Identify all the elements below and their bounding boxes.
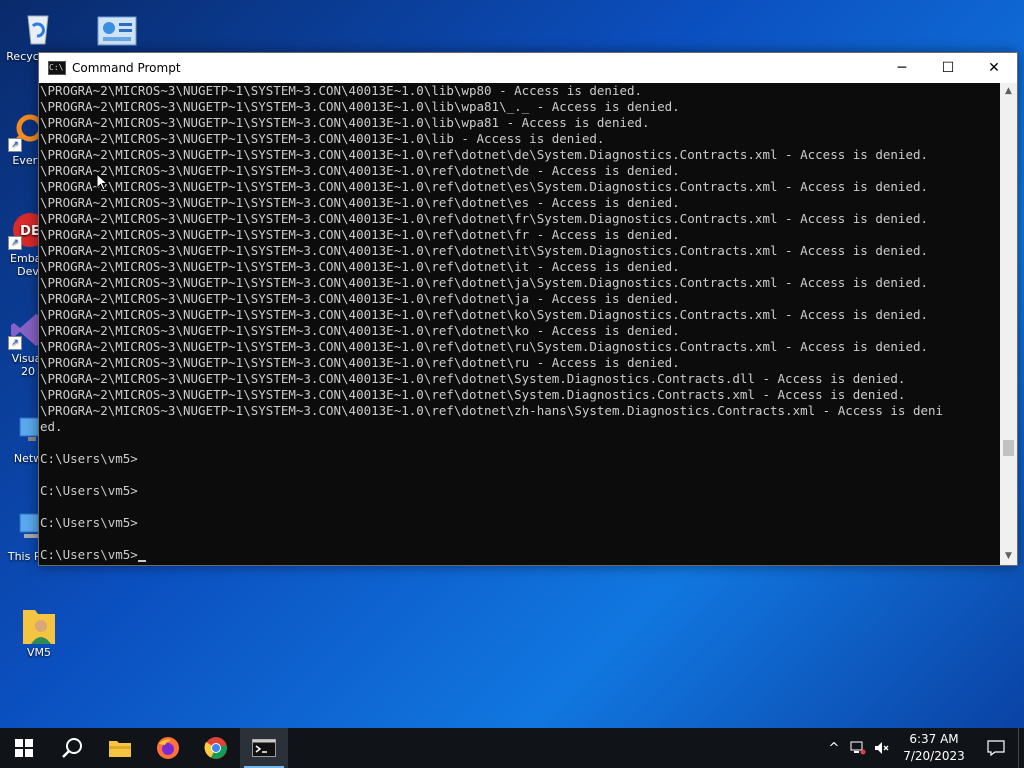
window-title: Command Prompt	[72, 61, 181, 75]
minimize-button[interactable]: ─	[879, 53, 925, 83]
maximize-button[interactable]: ☐	[925, 53, 971, 83]
console-line: ed.	[40, 419, 63, 434]
console-line: \PROGRA~2\MICROS~3\NUGETP~1\SYSTEM~3.CON…	[40, 291, 680, 306]
user-folder-icon	[19, 604, 59, 644]
command-prompt-icon: C:\	[48, 61, 66, 75]
console-line: \PROGRA~2\MICROS~3\NUGETP~1\SYSTEM~3.CON…	[40, 339, 929, 354]
console-line: \PROGRA~2\MICROS~3\NUGETP~1\SYSTEM~3.CON…	[40, 147, 929, 162]
search-button[interactable]	[48, 728, 96, 768]
scroll-down-arrow-icon[interactable]: ▼	[1000, 548, 1017, 565]
window-titlebar[interactable]: C:\ Command Prompt ─ ☐ ✕	[39, 53, 1017, 83]
taskbar: ^ 6:37 AM 7/20/2023	[0, 728, 1024, 768]
scrollbar-thumb[interactable]	[1003, 440, 1014, 456]
clock-date: 7/20/2023	[903, 749, 965, 763]
vertical-scrollbar[interactable]: ▲ ▼	[1000, 83, 1017, 565]
console-line: \PROGRA~2\MICROS~3\NUGETP~1\SYSTEM~3.CON…	[40, 387, 906, 402]
console-line: \PROGRA~2\MICROS~3\NUGETP~1\SYSTEM~3.CON…	[40, 83, 643, 98]
network-status-icon[interactable]	[846, 728, 870, 768]
console-line: \PROGRA~2\MICROS~3\NUGETP~1\SYSTEM~3.CON…	[40, 115, 650, 130]
firefox-icon	[157, 737, 179, 759]
shortcut-arrow-icon: ↗	[8, 138, 22, 152]
command-prompt-icon	[252, 739, 276, 757]
notifications-icon	[987, 740, 1005, 756]
start-button[interactable]	[0, 728, 48, 768]
console-line: \PROGRA~2\MICROS~3\NUGETP~1\SYSTEM~3.CON…	[40, 371, 906, 386]
console-line: \PROGRA~2\MICROS~3\NUGETP~1\SYSTEM~3.CON…	[40, 275, 929, 290]
taskbar-clock[interactable]: 6:37 AM 7/20/2023	[894, 731, 974, 765]
taskbar-command-prompt[interactable]	[240, 728, 288, 768]
console-line: C:\Users\vm5>	[40, 547, 1000, 563]
clock-time: 6:37 AM	[909, 732, 959, 746]
console-output[interactable]: \PROGRA~2\MICROS~3\NUGETP~1\SYSTEM~3.CON…	[39, 83, 1000, 565]
console-line: \PROGRA~2\MICROS~3\NUGETP~1\SYSTEM~3.CON…	[40, 163, 680, 178]
console-line: \PROGRA~2\MICROS~3\NUGETP~1\SYSTEM~3.CON…	[40, 243, 929, 258]
console-line: \PROGRA~2\MICROS~3\NUGETP~1\SYSTEM~3.CON…	[40, 307, 929, 322]
console-line: \PROGRA~2\MICROS~3\NUGETP~1\SYSTEM~3.CON…	[40, 355, 680, 370]
console-line: \PROGRA~2\MICROS~3\NUGETP~1\SYSTEM~3.CON…	[40, 403, 944, 418]
console-line: \PROGRA~2\MICROS~3\NUGETP~1\SYSTEM~3.CON…	[40, 259, 680, 274]
control-panel-icon	[97, 14, 137, 54]
console-line: \PROGRA~2\MICROS~3\NUGETP~1\SYSTEM~3.CON…	[40, 179, 929, 194]
shortcut-arrow-icon: ↗	[8, 336, 22, 350]
show-desktop-button[interactable]	[1018, 728, 1024, 768]
console-line: \PROGRA~2\MICROS~3\NUGETP~1\SYSTEM~3.CON…	[40, 211, 929, 226]
mouse-cursor-icon	[96, 173, 108, 191]
scroll-up-arrow-icon[interactable]: ▲	[1000, 83, 1017, 100]
console-line: \PROGRA~2\MICROS~3\NUGETP~1\SYSTEM~3.CON…	[40, 227, 680, 242]
desktop-icon-vm5[interactable]: VM5	[3, 604, 75, 659]
console-line: \PROGRA~2\MICROS~3\NUGETP~1\SYSTEM~3.CON…	[40, 195, 680, 210]
action-center-button[interactable]	[974, 728, 1018, 768]
taskbar-firefox[interactable]	[144, 728, 192, 768]
shortcut-arrow-icon: ↗	[8, 236, 22, 250]
console-line: \PROGRA~2\MICROS~3\NUGETP~1\SYSTEM~3.CON…	[40, 131, 605, 146]
console-line: \PROGRA~2\MICROS~3\NUGETP~1\SYSTEM~3.CON…	[40, 323, 680, 338]
console-line: C:\Users\vm5>	[40, 483, 138, 498]
console-line: C:\Users\vm5>	[40, 515, 138, 530]
text-cursor	[137, 560, 146, 562]
chrome-icon	[204, 737, 227, 759]
svg-text:DE: DE	[20, 224, 40, 239]
volume-muted-icon[interactable]	[870, 728, 894, 768]
console-line: \PROGRA~2\MICROS~3\NUGETP~1\SYSTEM~3.CON…	[40, 99, 680, 114]
taskbar-chrome[interactable]	[192, 728, 240, 768]
close-button[interactable]: ✕	[971, 53, 1017, 83]
recycle-bin-icon	[18, 8, 58, 48]
taskbar-file-explorer[interactable]	[96, 728, 144, 768]
show-hidden-icons-chevron-icon[interactable]: ^	[822, 728, 846, 768]
console-line: C:\Users\vm5>	[40, 451, 138, 466]
windows-logo-icon	[15, 739, 33, 757]
system-tray: ^ 6:37 AM 7/20/2023	[822, 728, 1024, 768]
search-icon	[62, 738, 82, 758]
file-explorer-icon	[109, 741, 131, 757]
command-prompt-window[interactable]: C:\ Command Prompt ─ ☐ ✕ \PROGRA~2\MICRO…	[38, 52, 1018, 566]
desktop-icon-control-panel[interactable]	[81, 14, 153, 56]
